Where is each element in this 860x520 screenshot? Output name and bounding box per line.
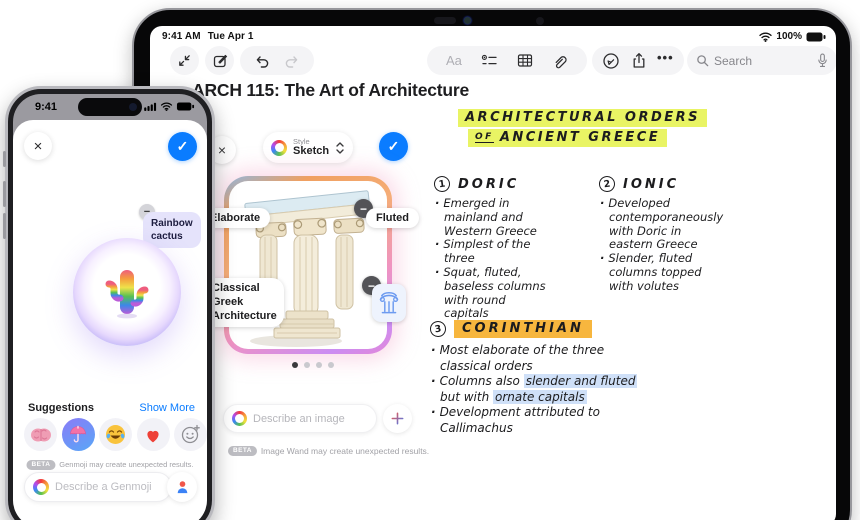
battery-percent: 100% xyxy=(776,31,802,42)
collapse-button[interactable] xyxy=(170,46,199,75)
collapse-icon xyxy=(177,53,192,68)
compose-icon xyxy=(212,53,228,69)
ipad-date: Tue Apr 1 xyxy=(207,31,254,42)
section-lines: · Emerged in mainland and Western Greece · Si… xyxy=(435,196,546,321)
markup-tools-group: ••• xyxy=(592,46,684,75)
page-indicator[interactable] xyxy=(292,362,334,368)
disclaimer-text: Image Wand may create unexpected results… xyxy=(260,446,430,456)
search-icon xyxy=(696,54,709,67)
action-button xyxy=(3,151,6,167)
section-number: 2 xyxy=(597,174,617,194)
genmoji-sheet: × ✓ − Rainbow cactus Suggestions Show Mo… xyxy=(13,120,207,520)
person-genmoji-button[interactable] xyxy=(167,472,197,502)
image-playground-icon xyxy=(271,139,287,156)
suggestions-label: Suggestions xyxy=(28,402,95,414)
new-genmoji-icon[interactable] xyxy=(174,418,207,451)
iphone-screen: 9:41 × ✓ − Rainbow cactus Suggestions Sh… xyxy=(13,94,207,520)
search-placeholder: Search xyxy=(714,53,753,68)
suggestion-row xyxy=(24,418,207,451)
ipad-status-right: 100% xyxy=(759,31,826,42)
rainbow-cactus-emoji xyxy=(105,270,149,319)
brain-emoji[interactable] xyxy=(24,418,57,451)
beta-badge: BETA xyxy=(228,446,257,456)
battery-icon xyxy=(806,32,826,42)
disclaimer-text: Genmoji may create unexpected results. xyxy=(59,460,194,470)
sketch-thumbnail[interactable] xyxy=(372,284,406,322)
section-doric: 1 DORIC · Emerged in mainland and Western Gr… xyxy=(432,174,589,321)
describe-image-input[interactable]: Describe an image xyxy=(223,404,377,433)
section-number: 1 xyxy=(432,174,452,194)
describe-genmoji-input[interactable]: Describe a Genmoji xyxy=(24,472,172,502)
chevron-up-down-icon xyxy=(335,141,345,155)
checklist-button[interactable] xyxy=(481,53,498,68)
heart-emoji[interactable] xyxy=(136,418,170,451)
more-button[interactable]: ••• xyxy=(657,51,674,70)
ipad-device: 9:41 AM Tue Apr 1 100% Aa ••• Search ARC… xyxy=(132,8,852,520)
section-title: IONIC xyxy=(623,176,680,192)
genmoji-disclaimer: BETA Genmoji may create unexpected resul… xyxy=(26,460,194,470)
section-lines: · Developed contemporaneously with Doric in… xyxy=(600,196,724,293)
section-corinthian: 3 CORINTHIAN · Most elaborate of the three… xyxy=(428,319,760,436)
prompt-chip[interactable]: Rainbow cactus xyxy=(143,212,201,248)
tag-fluted[interactable]: Fluted xyxy=(366,208,419,228)
add-image-button[interactable] xyxy=(383,404,412,433)
genmoji-close-button[interactable]: × xyxy=(24,132,52,160)
ipad-screen: 9:41 AM Tue Apr 1 100% Aa ••• Search ARC… xyxy=(150,26,836,520)
mic-icon[interactable] xyxy=(817,53,828,68)
heading-line2: ANCIENT GREECE xyxy=(499,130,661,145)
text-format-button[interactable]: Aa xyxy=(446,53,462,68)
describe-genmoji-placeholder: Describe a Genmoji xyxy=(55,481,152,493)
pencil-button[interactable] xyxy=(602,52,620,70)
ipad-camera xyxy=(434,17,456,24)
dynamic-island xyxy=(78,98,142,116)
beta-badge: BETA xyxy=(26,460,56,470)
show-more-link[interactable]: Show More xyxy=(139,402,195,414)
compose-button[interactable] xyxy=(205,46,234,75)
format-tools-group: Aa xyxy=(427,46,587,75)
section-lines: · Most elaborate of the three classical or… xyxy=(431,343,638,435)
ipad-status-bar: 9:41 AM Tue Apr 1 xyxy=(162,31,254,42)
signal-icon xyxy=(144,102,157,111)
apple-intelligence-icon xyxy=(33,479,49,495)
image-wand-disclaimer: BETA Image Wand may create unexpected re… xyxy=(228,446,429,456)
undo-button[interactable] xyxy=(254,53,270,69)
redo-button[interactable] xyxy=(284,53,300,69)
volume-down-button xyxy=(3,213,6,239)
laughing-emoji[interactable] xyxy=(99,418,132,451)
section-ionic: 2 IONIC · Developed contemporaneously with D… xyxy=(597,174,779,294)
style-selector[interactable]: Style Sketch xyxy=(263,132,353,163)
heading-of: OF xyxy=(475,132,494,143)
battery-icon xyxy=(176,102,195,111)
section-number: 3 xyxy=(428,319,448,339)
table-button[interactable] xyxy=(517,53,533,68)
attachment-button[interactable] xyxy=(552,53,568,69)
share-icon[interactable] xyxy=(631,52,647,69)
stage: 9:41 AM Tue Apr 1 100% Aa ••• Search ARC… xyxy=(0,0,860,520)
wifi-icon xyxy=(759,32,773,42)
note-title: ARCH 115: The Art of Architecture xyxy=(192,80,470,100)
wifi-icon xyxy=(160,102,173,111)
search-input[interactable]: Search xyxy=(687,46,836,75)
ipad-camera-dot xyxy=(464,17,471,24)
style-value: Sketch xyxy=(293,144,330,157)
notes-heading: ARCHITECTURAL ORDERS OF ANCIENT GREECE xyxy=(458,109,708,147)
section-title: CORINTHIAN xyxy=(454,320,592,338)
ipad-camera-dot2 xyxy=(536,17,544,25)
umbrella-emoji[interactable] xyxy=(61,418,95,451)
iphone-time: 9:41 xyxy=(35,101,58,113)
section-title: DORIC xyxy=(458,176,520,192)
genmoji-accept-button[interactable]: ✓ xyxy=(168,132,197,161)
apple-intelligence-icon xyxy=(232,411,247,426)
undo-redo-group xyxy=(240,46,314,75)
describe-image-placeholder: Describe an image xyxy=(253,412,345,425)
iphone-status-icons xyxy=(144,102,195,111)
ipad-time: 9:41 AM xyxy=(162,31,201,42)
iphone-device: 9:41 × ✓ − Rainbow cactus Suggestions Sh… xyxy=(3,86,215,520)
genmoji-preview-bubble xyxy=(73,238,181,346)
image-wand-accept-button[interactable]: ✓ xyxy=(379,132,408,161)
heading-line1: ARCHITECTURAL ORDERS xyxy=(458,109,708,127)
volume-up-button xyxy=(3,181,6,207)
